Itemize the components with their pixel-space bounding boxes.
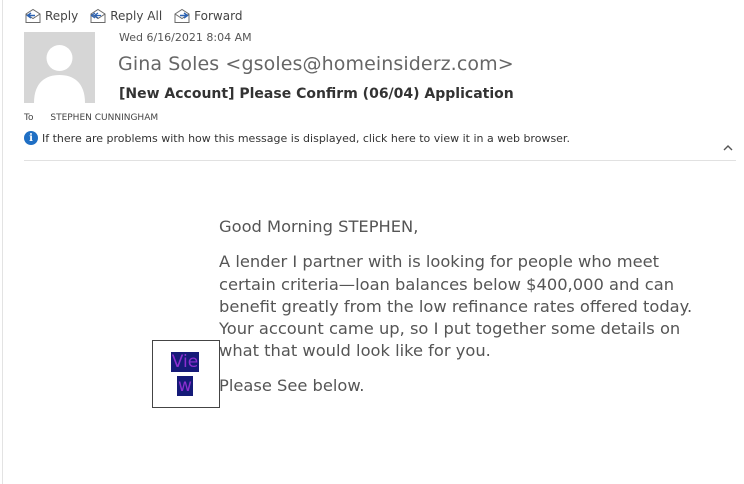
header-divider <box>24 160 736 161</box>
person-avatar-icon <box>34 45 85 103</box>
forward-icon <box>174 8 190 23</box>
message-subject: [New Account] Please Confirm (06/04) App… <box>119 86 514 102</box>
info-bar[interactable]: i If there are problems with how this me… <box>24 131 570 145</box>
reply-all-icon <box>90 8 106 23</box>
forward-label: Forward <box>194 9 243 23</box>
info-icon: i <box>24 131 38 145</box>
view-line-1: Vie <box>170 352 200 372</box>
sender-name[interactable]: Gina Soles <gsoles@homeinsiderz.com> <box>118 53 514 75</box>
view-link-text[interactable]: Vie w <box>168 350 202 398</box>
message-date: Wed 6/16/2021 8:04 AM <box>119 31 252 44</box>
left-border <box>2 0 3 484</box>
body-greeting: Good Morning STEPHEN, <box>219 217 419 236</box>
view-image-link[interactable]: Vie w <box>152 340 220 408</box>
reply-label: Reply <box>45 9 79 23</box>
message-toolbar: Reply Reply All Forward <box>24 6 253 26</box>
info-text: If there are problems with how this mess… <box>42 131 570 145</box>
chevron-up-icon[interactable] <box>721 141 735 155</box>
reply-all-button[interactable]: Reply All <box>89 8 162 24</box>
forward-button[interactable]: Forward <box>173 8 242 24</box>
sender-avatar <box>24 32 95 103</box>
body-paragraph: A lender I partner with is looking for p… <box>219 252 693 361</box>
view-line-2: w <box>177 376 193 396</box>
reply-all-label: Reply All <box>110 9 163 23</box>
to-label: To <box>24 113 34 123</box>
recipient-name[interactable]: STEPHEN CUNNINGHAM <box>50 113 158 123</box>
recipient-row: To STEPHEN CUNNINGHAM <box>24 113 158 123</box>
reply-icon <box>25 8 41 23</box>
reply-button[interactable]: Reply <box>24 8 78 24</box>
message-body: Good Morning STEPHEN, A lender I partner… <box>219 216 719 397</box>
body-closing: Please See below. <box>219 375 365 395</box>
